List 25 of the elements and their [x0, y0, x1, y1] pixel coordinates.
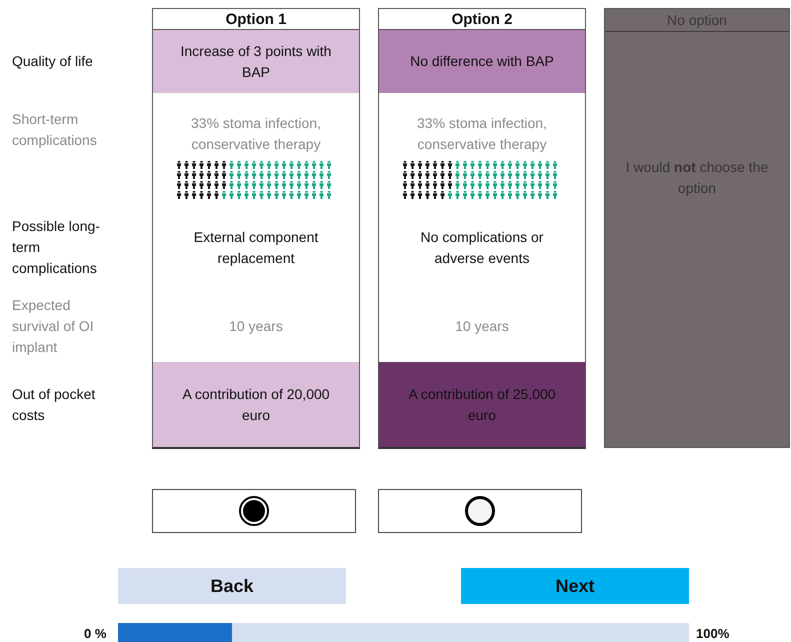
cell-text: A contribution of 25,000 euro — [407, 384, 557, 424]
cell-text: Increase of 3 points with BAP — [180, 42, 332, 82]
attribute-label: Quality of life — [12, 52, 93, 71]
cell-text: A contribution of 20,000 euro — [181, 384, 331, 424]
no-option-title: No option — [605, 9, 789, 32]
cell-text: No complications or adverse events — [420, 228, 544, 268]
attribute-label: Out of pocket costs — [12, 384, 96, 424]
cell-text: 33% stoma infection, conservative therapy — [416, 114, 548, 154]
radio-button[interactable] — [238, 495, 270, 527]
no-option-text: I would not choose the option — [624, 158, 770, 198]
nav-button[interactable]: Back — [118, 568, 346, 604]
radio-button[interactable] — [464, 495, 496, 527]
nav-button[interactable]: Next — [461, 568, 689, 604]
progress-end-label: 100% — [696, 626, 730, 640]
cell-text: 10 years — [455, 316, 509, 336]
attribute-label: Possible long-term complications — [12, 217, 101, 278]
attribute-label: Short-term complications — [12, 110, 98, 150]
progress-start-label: 0 % — [84, 626, 108, 640]
choice-box[interactable] — [378, 489, 582, 533]
cell-text: External component replacement — [192, 228, 320, 268]
cell-text: 33% stoma infection, conservative therapy — [190, 114, 322, 154]
attribute-label: Expected survival of OI implant — [12, 296, 95, 357]
cell-text: No difference with BAP — [410, 52, 554, 71]
choice-box[interactable] — [152, 489, 356, 533]
cell-text: 10 years — [229, 316, 283, 336]
